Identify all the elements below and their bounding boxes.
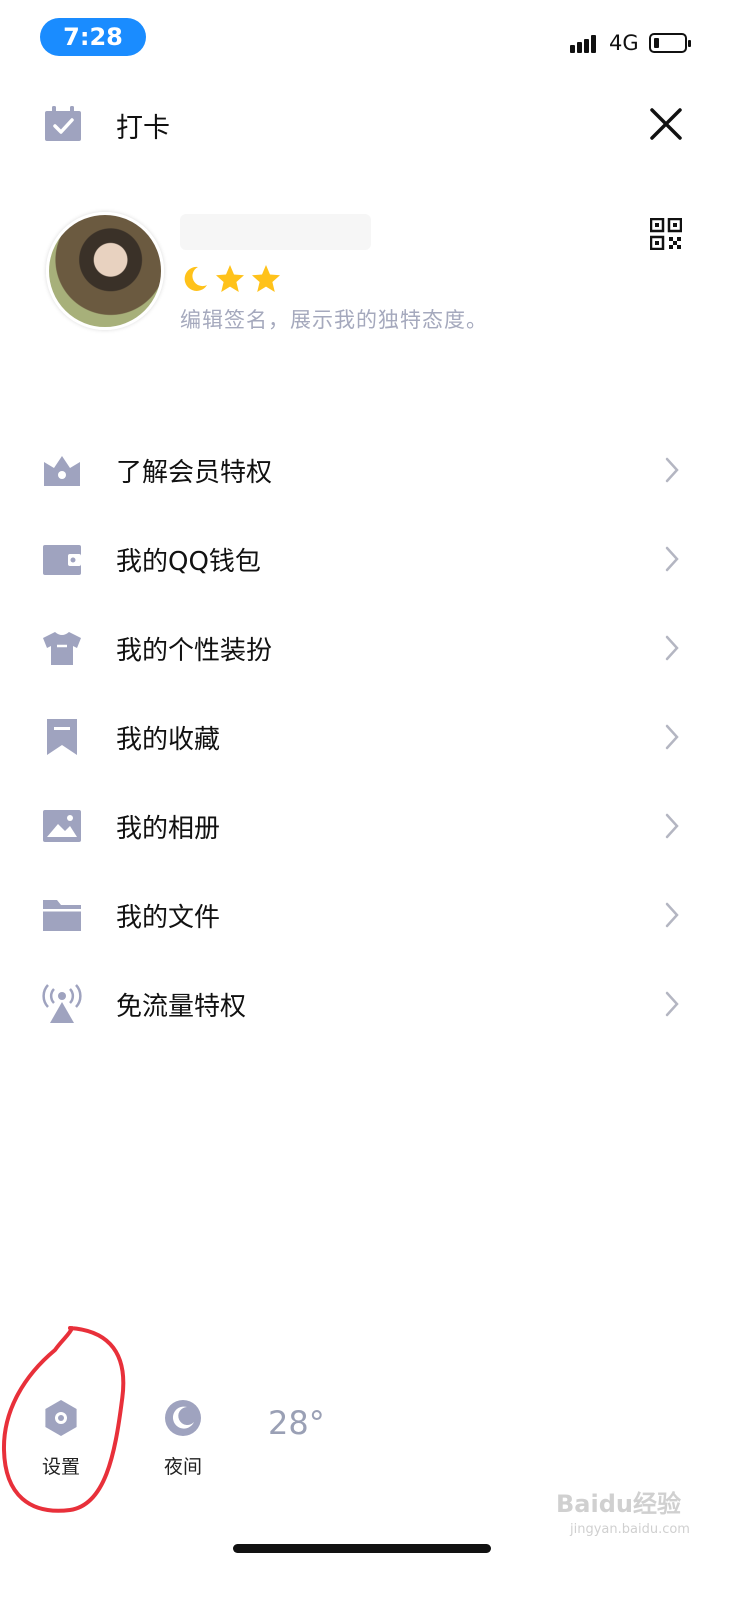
signature-text[interactable]: 编辑签名，展示我的独特态度。 xyxy=(180,304,488,334)
bookmark-icon xyxy=(47,719,77,755)
watermark-url: jingyan.baidu.com xyxy=(570,1522,690,1537)
chevron-right-icon xyxy=(665,724,679,750)
battery-icon xyxy=(649,33,691,53)
menu-item-label: 我的QQ钱包 xyxy=(116,547,261,577)
menu-item-files[interactable]: 我的文件 xyxy=(0,871,739,959)
moon-icon xyxy=(184,266,207,291)
chevron-right-icon xyxy=(665,902,679,928)
vip-crown-icon xyxy=(44,456,80,486)
menu-item-vip[interactable]: 了解会员特权 xyxy=(0,426,739,514)
calendar-check-icon[interactable] xyxy=(44,106,82,142)
nickname[interactable] xyxy=(180,214,371,250)
night-mode-label: 夜间 xyxy=(163,1456,202,1478)
star-icon xyxy=(216,265,244,292)
menu-item-wallet[interactable]: 我的QQ钱包 xyxy=(0,515,739,603)
menu-item-album[interactable]: 我的相册 xyxy=(0,782,739,870)
checkin-label[interactable]: 打卡 xyxy=(116,106,170,145)
chevron-right-icon xyxy=(665,635,679,661)
watermark-logo: Baidu经验 xyxy=(556,1490,681,1518)
menu-item-label: 我的收藏 xyxy=(116,725,221,755)
night-mode-button[interactable]: 夜间 xyxy=(143,1396,223,1486)
weather-temperature[interactable]: 28° xyxy=(268,1404,325,1442)
menu-item-label: 我的相册 xyxy=(116,814,221,844)
signal-tower-icon xyxy=(42,984,82,1023)
qr-code-icon[interactable] xyxy=(650,218,682,250)
menu-item-label: 免流量特权 xyxy=(116,992,247,1022)
menu-item-dress-up[interactable]: 我的个性装扮 xyxy=(0,604,739,692)
home-indicator[interactable] xyxy=(233,1544,491,1553)
menu-item-favorites[interactable]: 我的收藏 xyxy=(0,693,739,781)
wallet-icon xyxy=(43,545,81,575)
photo-icon xyxy=(43,810,81,842)
chevron-right-icon xyxy=(665,991,679,1017)
menu-item-label: 我的文件 xyxy=(116,903,221,933)
avatar[interactable] xyxy=(46,212,164,330)
chevron-right-icon xyxy=(665,813,679,839)
status-time: 7:28 xyxy=(40,18,146,56)
level-badges[interactable] xyxy=(180,262,282,296)
menu-item-label: 我的个性装扮 xyxy=(116,636,273,666)
cellular-signal-icon xyxy=(570,33,600,53)
star-icon xyxy=(252,265,280,292)
chevron-right-icon xyxy=(665,546,679,572)
moon-icon xyxy=(165,1400,201,1436)
folder-icon xyxy=(43,900,81,931)
menu-item-free-data[interactable]: 免流量特权 xyxy=(0,960,739,1048)
network-type: 4G xyxy=(609,31,639,55)
close-icon[interactable] xyxy=(646,104,686,144)
annotation-circle xyxy=(1,1326,126,1513)
menu-item-label: 了解会员特权 xyxy=(116,458,273,488)
tshirt-icon xyxy=(43,632,81,665)
chevron-right-icon xyxy=(665,457,679,483)
